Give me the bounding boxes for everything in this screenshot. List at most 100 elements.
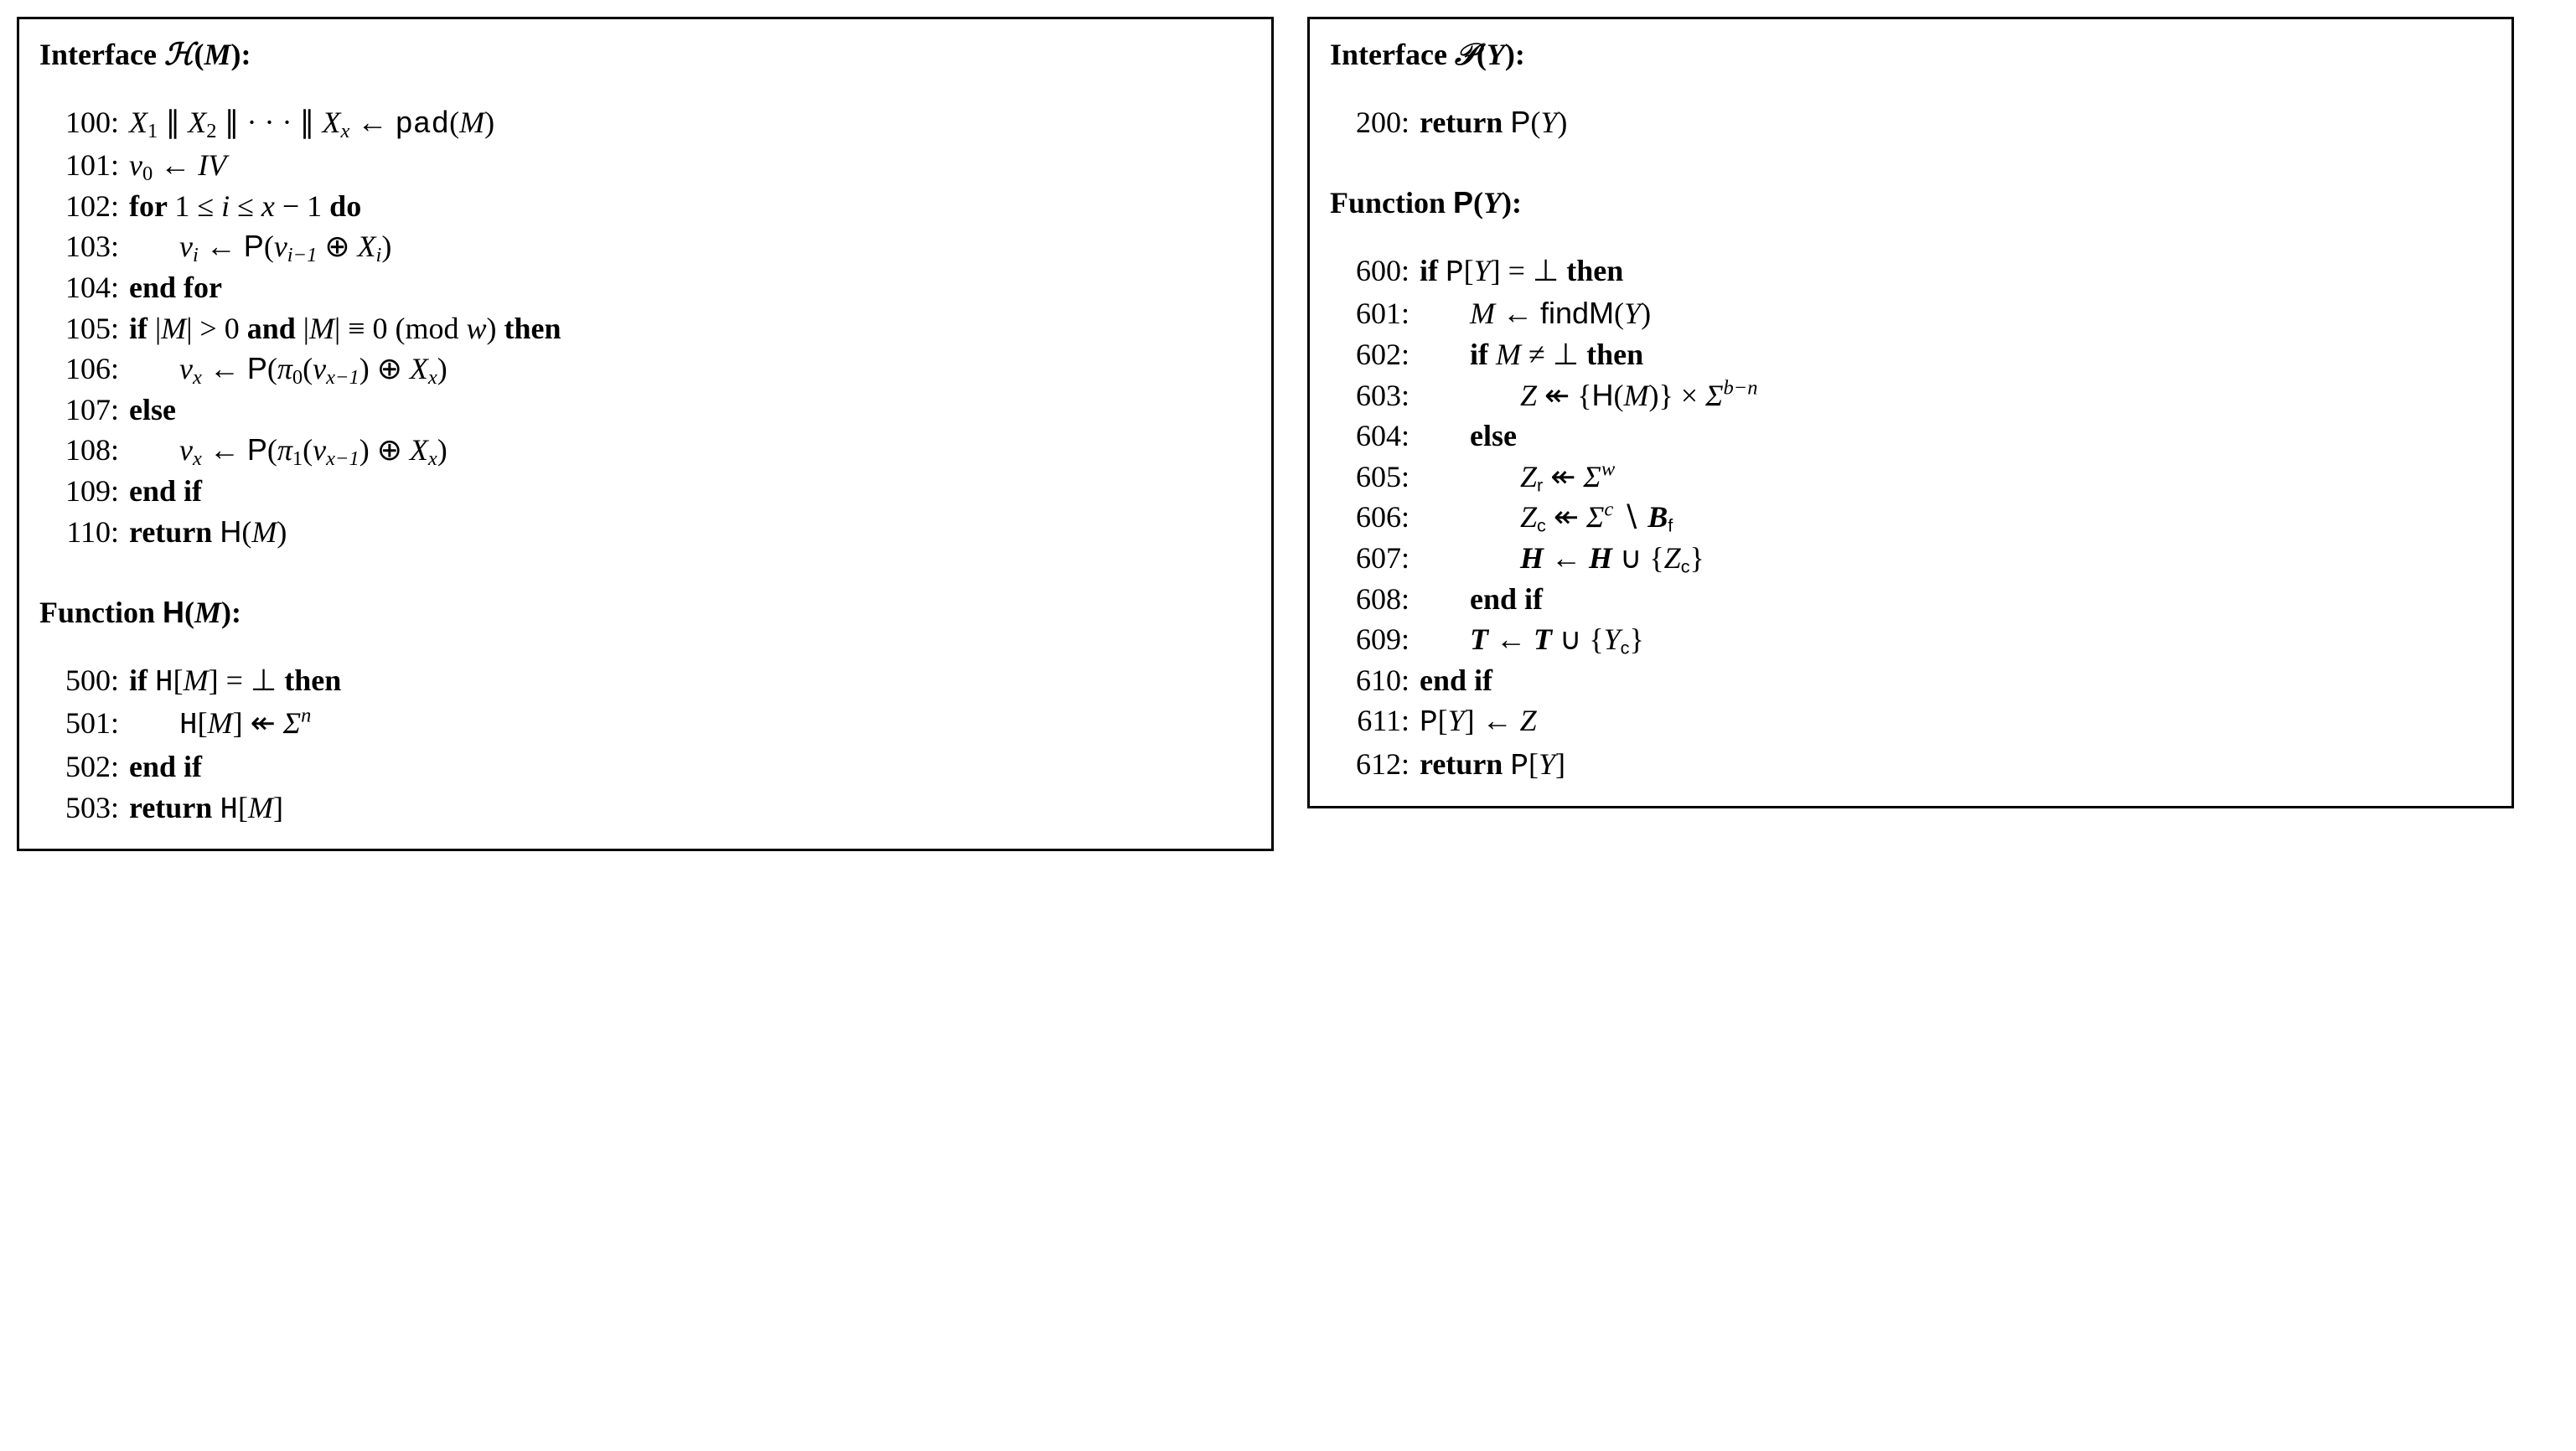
line-600: 600: if P[Y] = ⊥ then [1330,250,2491,294]
else-kw: else [129,390,176,431]
M: M [1623,379,1648,412]
pi0: 0 [292,366,303,389]
M: M [194,596,221,629]
then-kw: then [504,312,561,345]
Y: Y [1604,622,1621,656]
else-kw: else [1420,416,1517,457]
open: [ [1529,747,1539,781]
Y: Y [1539,747,1555,781]
open: ( [264,230,274,263]
close-times: )} × [1648,379,1705,412]
Sigma: Σ [1705,379,1723,412]
P-fn: P [244,229,264,263]
H-bold: H [1520,541,1544,575]
line-612: 612: return P[Y] [1330,744,2491,787]
spacer [1330,82,2491,102]
function-P-heading: Function P(Y): [1330,183,2491,224]
close-brace: } [1690,541,1704,575]
end-if: end if [1420,660,1492,701]
n: n [301,705,311,727]
sub-c: c [1537,515,1546,536]
open: [ [238,791,248,824]
line-100: 100: X1 ∥ X2 ∥ · · · ∥ Xx ← pad(M) [39,102,1251,146]
pi: π [277,352,292,385]
T-bold2: T [1534,622,1552,656]
Y: Y [1540,106,1557,139]
then-kw: then [1566,254,1623,287]
abs-open2: | [303,312,309,345]
arrow: ← [153,148,198,182]
arrow-brace: ↞ { [1537,379,1591,412]
line-number: 500: [39,660,129,701]
line-607: 607: H ← H ∪ {Zc} [1330,538,2491,579]
eqbot: ] = ⊥ [209,664,285,697]
then-kw: then [1586,338,1643,371]
P-fn: P [247,432,267,467]
open: ( [1614,297,1624,330]
open: ( [1530,106,1540,139]
interface-label: Interface [39,38,164,71]
v: v [179,352,193,385]
line-body: Z ↞ {H(M)} × Σb−n [1420,375,1757,416]
return-kw: return [1420,106,1510,139]
T-bold: T [1470,622,1488,656]
Sigma: Σ [1586,500,1604,534]
close: ) [484,106,494,139]
and-kw: and [247,312,303,345]
line-611: 611: P[Y] ← Z [1330,700,2491,744]
IV: IV [198,148,226,182]
Z: Z [1520,500,1537,534]
function-label: Function [39,596,163,629]
Z: Z [1520,379,1537,412]
line-body: for 1 ≤ i ≤ x − 1 do [129,186,361,227]
arrow: ← [1544,541,1589,575]
arrow: ↞ [1543,460,1583,493]
close: ): [1505,38,1525,71]
open: [ [198,706,208,740]
line-number: 102: [39,186,129,227]
line-number: 609: [1330,619,1420,660]
vx1: x−1 [326,366,360,389]
line-610: 610: end if [1330,660,2491,701]
line-number: 604: [1330,416,1420,457]
line-608: 608: end if [1330,579,2491,620]
line-number: 600: [1330,250,1420,292]
close: ) [277,515,287,549]
line-number: 601: [1330,293,1420,334]
neqbot: ≠ ⊥ [1521,338,1586,371]
arrow: ↞ [1546,500,1586,534]
Y: Y [1474,254,1491,287]
line-body: if |M| > 0 and |M| ≡ 0 (mod w) then [129,308,561,349]
M: M [1470,297,1495,330]
close: ): [1502,186,1522,219]
line-body: return P(Y) [1420,102,1567,143]
end-for: end for [129,267,222,308]
interface-H-heading: Interface ℋ(M): [39,34,1251,75]
arrow: ← [199,230,244,263]
sub-c: c [1621,638,1630,658]
line-number: 502: [39,746,129,787]
w: w [1601,457,1615,480]
line-body: T ← T ∪ {Yc} [1420,619,1644,660]
close: ) [1557,106,1567,139]
M: M [251,515,277,549]
subx: x [193,447,202,470]
open: [ [1438,704,1448,737]
subx: x [340,120,349,142]
function-H-heading: Function H(M): [39,592,1251,633]
line-number: 501: [39,703,129,744]
open: ( [449,106,459,139]
line-104: 104: end for [39,267,1251,308]
if-kw: if [1470,338,1496,371]
line-604: 604: else [1330,416,2491,457]
arrow: ← [202,352,247,385]
line-606: 606: Zc ↞ Σc ∖ Bf [1330,497,2491,538]
line-502: 502: end if [39,746,1251,787]
line-number: 612: [1330,744,1420,785]
P-table: P [1420,705,1438,740]
Y: Y [1448,704,1465,737]
line-503: 503: return H[M] [39,787,1251,831]
M1: M [161,312,186,345]
cup-brace: ∪ { [1552,622,1604,656]
open: ( [241,515,251,549]
